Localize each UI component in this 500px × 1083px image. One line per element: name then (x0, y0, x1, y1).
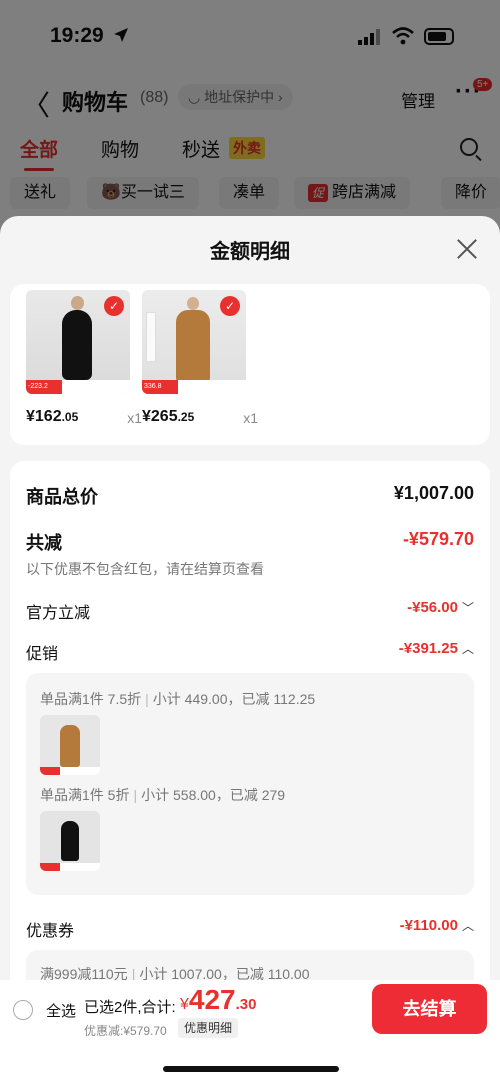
promotion-details: 单品满1件 7.5折 | 小计 449.00，已减 112.25 单品满1件 5折 |… (26, 673, 474, 895)
discount-summary: 优惠减:¥579.70 (84, 1024, 167, 1038)
coupon-label: 优惠券 (26, 923, 75, 940)
total-amount: ¥427.30 (180, 984, 257, 1015)
reduction-note: 以下优惠不包含红包，请在结算页查看 (26, 561, 264, 577)
product-price: ¥265.25 (142, 408, 195, 425)
checkout-button[interactable]: 去结算 (372, 984, 487, 1034)
promotion-row[interactable]: 促销 -¥391.25 ︿ (26, 640, 474, 666)
selected-summary: 已选2件,合计: (84, 999, 176, 1016)
promotion-label: 促销 (26, 646, 59, 663)
coupon-value: -¥110.00 ︿ (399, 917, 474, 934)
product-qty: x1 (243, 410, 258, 426)
checked-icon: ✓ (220, 296, 240, 316)
total-reduction-value: -¥579.70 (402, 529, 474, 549)
product-image: 336.8 ✓ (142, 290, 246, 394)
goods-total-row: 商品总价 ¥1,007.00 (26, 483, 474, 509)
chevron-up-icon: ︿ (461, 642, 474, 656)
total-reduction-label: 共减 (26, 533, 62, 553)
official-discount-value: -¥56.00 ﹀ (407, 599, 474, 616)
product-image: -223.2 ✓ (26, 290, 130, 394)
select-all-label[interactable]: 全选 (46, 1000, 76, 1021)
home-indicator (163, 1066, 339, 1072)
promo-product-thumb (40, 811, 100, 871)
promotion-value: -¥391.25 ︿ (398, 640, 474, 657)
close-icon[interactable] (456, 238, 478, 260)
amount-detail-sheet: 金额明细 -223.2 ✓ ¥162.05 x1 336.8 ✓ ¥265.25 (0, 216, 500, 1083)
selected-products: -223.2 ✓ ¥162.05 x1 336.8 ✓ ¥265.25 x1 (10, 284, 490, 445)
product-price: ¥162.05 (26, 408, 79, 425)
promo-rule-line: 单品满1件 7.5折 | 小计 449.00，已减 112.25 (40, 691, 316, 707)
goods-total-label: 商品总价 (26, 487, 98, 507)
select-all-radio[interactable] (13, 1000, 33, 1020)
product-item[interactable]: -223.2 ✓ ¥162.05 x1 (26, 290, 142, 428)
official-discount-row[interactable]: 官方立减 -¥56.00 ﹀ (26, 599, 474, 625)
sheet-title: 金额明细 (210, 241, 290, 263)
official-discount-label: 官方立减 (26, 605, 91, 622)
promo-product-thumb (40, 715, 100, 775)
chevron-down-icon: ﹀ (461, 601, 474, 615)
discount-detail-button[interactable]: 优惠明细 (178, 1018, 239, 1038)
goods-total-value: ¥1,007.00 (393, 483, 474, 503)
product-qty: x1 (127, 410, 142, 426)
checked-icon: ✓ (104, 296, 124, 316)
total-reduction-row: 共减 -¥579.70 (26, 529, 474, 555)
chevron-up-icon: ︿ (461, 919, 474, 933)
promo-rule-line: 单品满1件 5折 | 小计 558.00，已减 279 (40, 787, 286, 803)
product-item[interactable]: 336.8 ✓ ¥265.25 x1 (142, 290, 258, 428)
coupon-row[interactable]: 优惠券 -¥110.00 ︿ (26, 917, 474, 943)
